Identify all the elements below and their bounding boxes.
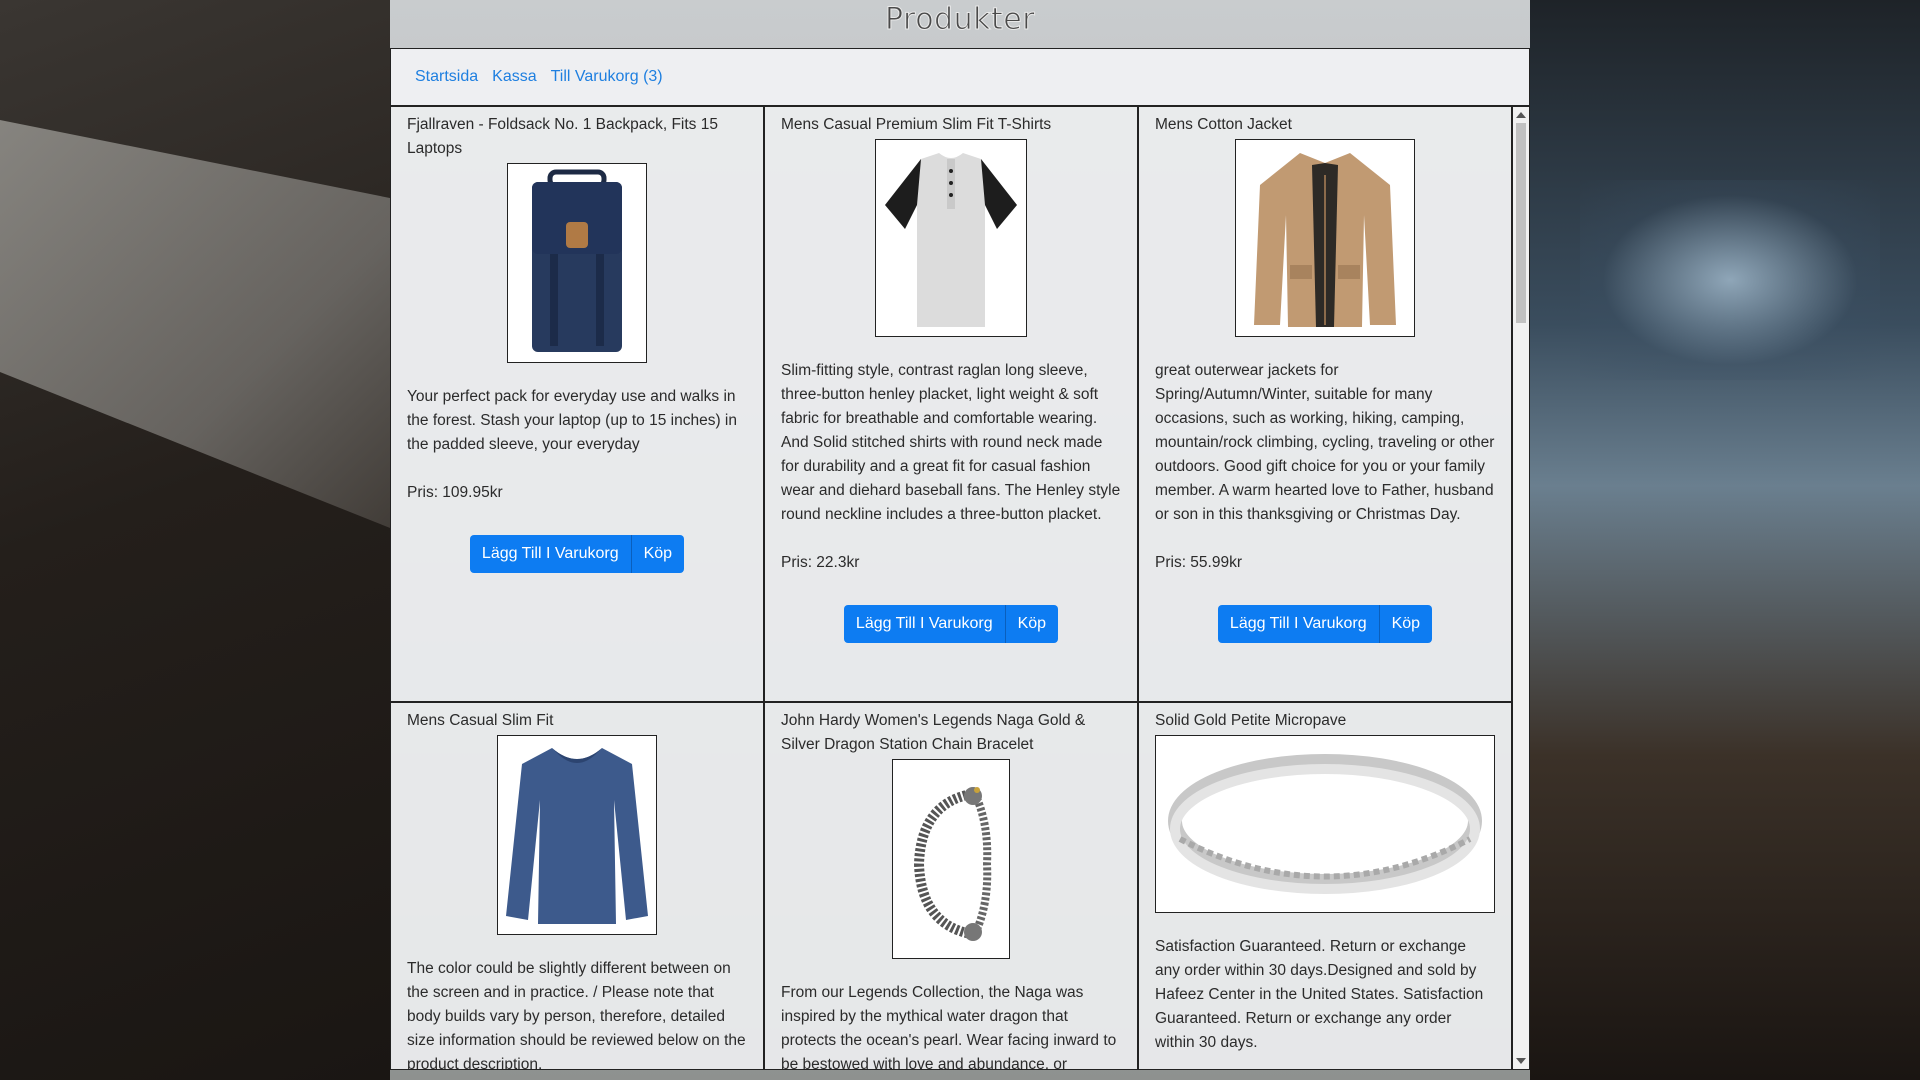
- product-description: The color could be slightly different be…: [407, 960, 746, 1069]
- product-description: Your perfect pack for everyday use and w…: [407, 388, 737, 453]
- product-card: Fjallraven - Foldsack No. 1 Backpack, Fi…: [391, 107, 765, 703]
- scroll-down-icon[interactable]: [1516, 1058, 1526, 1064]
- product-grid: Fjallraven - Foldsack No. 1 Backpack, Fi…: [391, 107, 1513, 1069]
- longsleeve-icon: [497, 735, 657, 935]
- buy-button[interactable]: Köp: [1379, 605, 1433, 643]
- add-to-cart-button[interactable]: Lägg Till I Varukorg: [1217, 605, 1380, 643]
- product-description: great outerwear jackets for Spring/Autum…: [1155, 362, 1495, 523]
- add-to-cart-button[interactable]: Lägg Till I Varukorg: [469, 535, 632, 573]
- buy-button[interactable]: Köp: [1005, 605, 1059, 643]
- product-price: Pris: 109.95kr: [407, 484, 503, 501]
- product-title: Fjallraven - Foldsack No. 1 Backpack, Fi…: [407, 116, 718, 157]
- tshirt-icon: [875, 139, 1027, 337]
- product-price: Pris: 22.3kr: [781, 554, 860, 571]
- product-title: Mens Cotton Jacket: [1155, 116, 1292, 133]
- product-card: Mens Cotton Jacket great outerwear jacke…: [1139, 107, 1513, 703]
- nav-home-link[interactable]: Startsida: [415, 68, 478, 86]
- product-description: Satisfaction Guaranteed. Return or excha…: [1155, 938, 1484, 1051]
- product-title: Mens Casual Slim Fit: [407, 712, 554, 729]
- ring-icon: [1155, 735, 1495, 913]
- scroll-up-icon[interactable]: [1516, 112, 1526, 118]
- product-title: Mens Casual Premium Slim Fit T-Shirts: [781, 116, 1052, 133]
- jacket-icon: [1235, 139, 1415, 337]
- product-title: Solid Gold Petite Micropave: [1155, 712, 1347, 729]
- add-to-cart-button[interactable]: Lägg Till I Varukorg: [843, 605, 1006, 643]
- product-title: John Hardy Women's Legends Naga Gold & S…: [781, 712, 1086, 753]
- product-card: Solid Gold Petite Micropave Satisfaction…: [1139, 703, 1513, 1069]
- nav-checkout-link[interactable]: Kassa: [492, 68, 536, 86]
- product-list-scroll[interactable]: Fjallraven - Foldsack No. 1 Backpack, Fi…: [391, 107, 1529, 1069]
- product-card: John Hardy Women's Legends Naga Gold & S…: [765, 703, 1139, 1069]
- nav-bar: Startsida Kassa Till Varukorg (3): [391, 49, 1529, 107]
- product-description: From our Legends Collection, the Naga wa…: [781, 984, 1117, 1069]
- nav-cart-link[interactable]: Till Varukorg (3): [551, 68, 663, 86]
- scrollbar-thumb[interactable]: [1516, 123, 1526, 323]
- products-panel: Startsida Kassa Till Varukorg (3) Fjallr…: [390, 48, 1530, 1070]
- buy-button[interactable]: Köp: [631, 535, 685, 573]
- product-price: Pris: 55.99kr: [1155, 554, 1243, 571]
- product-description: Slim-fitting style, contrast raglan long…: [781, 362, 1121, 523]
- bracelet-icon: [892, 759, 1010, 959]
- product-card: Mens Casual Slim Fit The color could be …: [391, 703, 765, 1069]
- backpack-icon: [507, 163, 647, 363]
- scrollbar[interactable]: [1513, 107, 1529, 1069]
- product-card: Mens Casual Premium Slim Fit T-Shirts Sl…: [765, 107, 1139, 703]
- page-title: Produkter: [884, 2, 1036, 38]
